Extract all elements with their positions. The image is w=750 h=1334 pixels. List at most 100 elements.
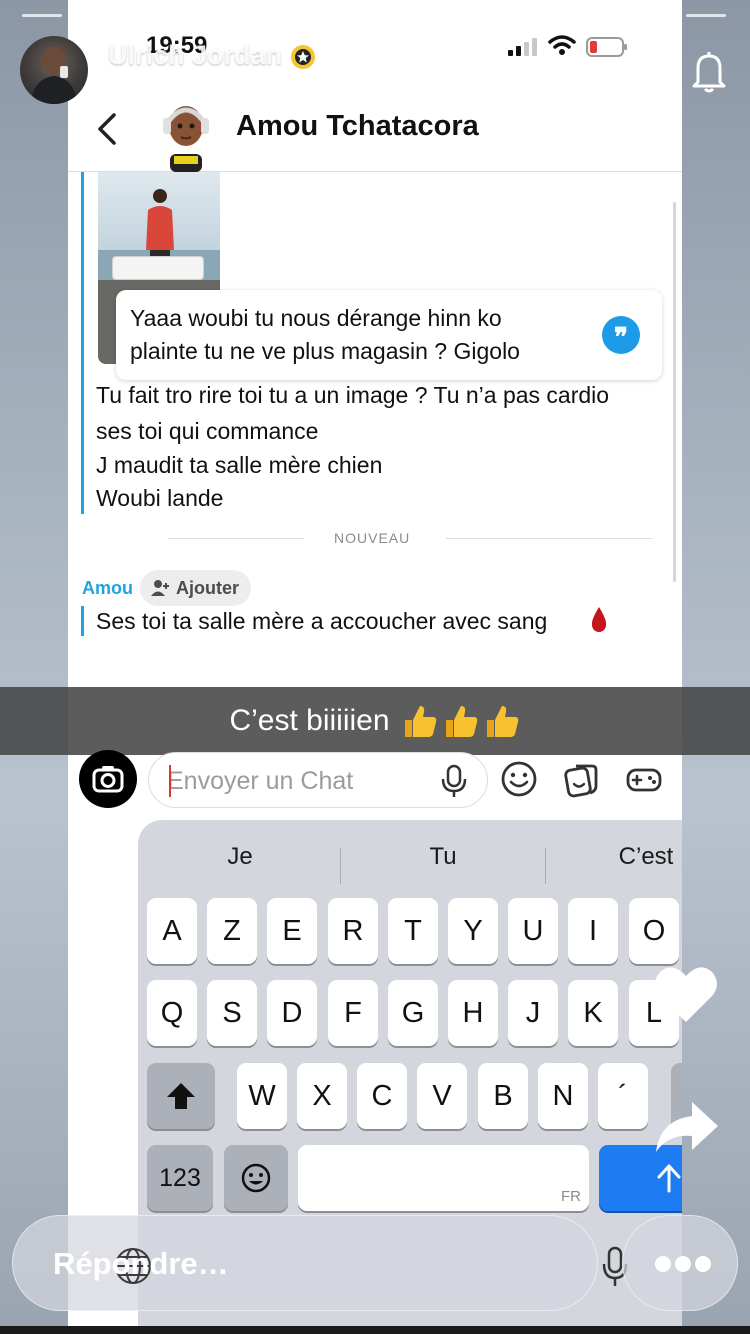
key[interactable]: Y	[448, 898, 498, 964]
key[interactable]: G	[388, 980, 438, 1046]
space-language-label: FR	[561, 1188, 581, 1205]
suggestion-separator	[340, 848, 341, 884]
back-chevron-icon[interactable]	[94, 112, 120, 146]
key[interactable]: K	[568, 980, 618, 1046]
key[interactable]: A	[147, 898, 197, 964]
message-text: Woubi lande	[96, 485, 224, 511]
key[interactable]: D	[267, 980, 317, 1046]
key[interactable]: T	[388, 898, 438, 964]
quoted-line: plainte tu ne ve plus magasin ? Gigolo	[130, 338, 520, 364]
divider-line	[446, 538, 652, 539]
smiley-icon[interactable]	[500, 760, 538, 798]
story-timestamp: il y a 1 h	[108, 80, 190, 105]
story-reply-bar[interactable]: Répondre…	[12, 1215, 628, 1311]
caption-emoji	[398, 702, 521, 740]
message-text: ses toi qui commance	[96, 418, 319, 444]
suggestion-item[interactable]: Tu	[343, 830, 543, 884]
quote-icon: ❞	[602, 316, 640, 354]
key[interactable]: S	[207, 980, 257, 1046]
chat-contact-name[interactable]: Amou Tchatacora	[236, 110, 479, 143]
key[interactable]: C	[357, 1063, 407, 1129]
camera-button[interactable]	[79, 750, 137, 808]
thumbnail-person	[146, 189, 174, 266]
story-progress-segment	[22, 14, 62, 17]
more-options-button[interactable]	[622, 1215, 738, 1311]
profile-avatar[interactable]	[20, 36, 88, 104]
more-icon	[655, 1256, 671, 1272]
microphone-icon[interactable]	[439, 764, 469, 798]
thumbnail-caption	[112, 256, 204, 280]
add-friend-label: Ajouter	[176, 577, 239, 598]
thumbs-up-icon	[486, 706, 518, 737]
text-caret	[169, 765, 171, 797]
message-list[interactable]: Yaaa woubi tu nous dérange hinn ko plain…	[68, 172, 682, 692]
key[interactable]: R	[328, 898, 378, 964]
key[interactable]: Q	[147, 980, 197, 1046]
stickers-icon[interactable]	[562, 760, 600, 798]
key[interactable]: J	[508, 980, 558, 1046]
scrollbar[interactable]	[673, 202, 676, 582]
bell-icon[interactable]	[690, 50, 728, 94]
thread-indicator	[81, 172, 84, 514]
caption-text: C’est biiiiien	[229, 704, 390, 737]
shift-icon	[167, 1083, 195, 1109]
reply-input[interactable]: Répondre…	[53, 1246, 229, 1282]
add-friend-icon	[151, 580, 169, 596]
story-progress-segment	[686, 14, 726, 17]
avatar-photo	[30, 46, 78, 104]
thumbs-up-icon	[445, 706, 477, 737]
emoji-key[interactable]	[224, 1145, 288, 1211]
key[interactable]: X	[297, 1063, 347, 1129]
latest-message: Ses toi ta salle mère a accoucher avec s…	[96, 608, 548, 634]
key[interactable]: O	[629, 898, 679, 964]
key[interactable]: ´	[598, 1063, 648, 1129]
verified-icon	[291, 45, 315, 69]
cellular-signal-icon	[508, 38, 537, 56]
wifi-icon	[548, 35, 576, 55]
more-icon	[675, 1256, 691, 1272]
bottom-edge	[0, 1326, 750, 1334]
key[interactable]: B	[478, 1063, 528, 1129]
quoted-line: Yaaa woubi tu nous dérange hinn ko	[130, 305, 502, 331]
key[interactable]: Z	[207, 898, 257, 964]
add-friend-button[interactable]: Ajouter	[140, 570, 251, 606]
key[interactable]: N	[538, 1063, 588, 1129]
screenshot-card: 19:59 Amou Tchatacora Yaaa woubi tu nous…	[68, 0, 682, 1334]
key[interactable]: F	[328, 980, 378, 1046]
keyboard-suggestions: Je Tu C’est	[138, 830, 682, 884]
share-icon[interactable]	[654, 1098, 720, 1154]
divider-line	[168, 538, 304, 539]
camera-icon	[92, 766, 124, 793]
key[interactable]: I	[568, 898, 618, 964]
key[interactable]: V	[417, 1063, 467, 1129]
send-key[interactable]	[599, 1145, 682, 1211]
key[interactable]: U	[508, 898, 558, 964]
suggestion-item[interactable]: Je	[140, 830, 340, 884]
blood-drop-icon	[591, 607, 607, 632]
message-text: Tu fait tro rire toi tu a un image ? Tu …	[96, 382, 610, 408]
numbers-key[interactable]: 123	[147, 1145, 213, 1211]
emoji-icon	[241, 1163, 271, 1193]
chat-input-field[interactable]	[148, 752, 488, 808]
shift-key[interactable]	[147, 1063, 215, 1129]
key[interactable]: E	[267, 898, 317, 964]
thumbs-up-icon	[404, 706, 436, 737]
space-key[interactable]: FR	[298, 1145, 589, 1211]
arrow-up-icon	[657, 1164, 681, 1193]
message-text: J maudit ta salle mère chien	[96, 452, 383, 478]
story-caption: C’est biiiiien	[0, 687, 750, 755]
new-messages-divider: NOUVEAU	[168, 528, 652, 548]
quoted-message[interactable]: Yaaa woubi tu nous dérange hinn ko plain…	[116, 290, 662, 380]
thread-indicator	[81, 606, 84, 636]
new-messages-label: NOUVEAU	[334, 530, 411, 546]
key[interactable]: W	[237, 1063, 287, 1129]
chat-input[interactable]	[167, 761, 427, 801]
suggestion-item[interactable]: C’est	[546, 830, 682, 884]
quoted-message-text: Yaaa woubi tu nous dérange hinn ko plain…	[130, 302, 570, 368]
sender-name[interactable]: Amou	[82, 578, 133, 599]
battery-icon	[586, 37, 627, 57]
profile-name[interactable]: Ulrich Jordan	[108, 40, 282, 71]
heart-icon[interactable]	[652, 962, 720, 1026]
key[interactable]: H	[448, 980, 498, 1046]
game-controller-icon[interactable]	[625, 760, 663, 798]
